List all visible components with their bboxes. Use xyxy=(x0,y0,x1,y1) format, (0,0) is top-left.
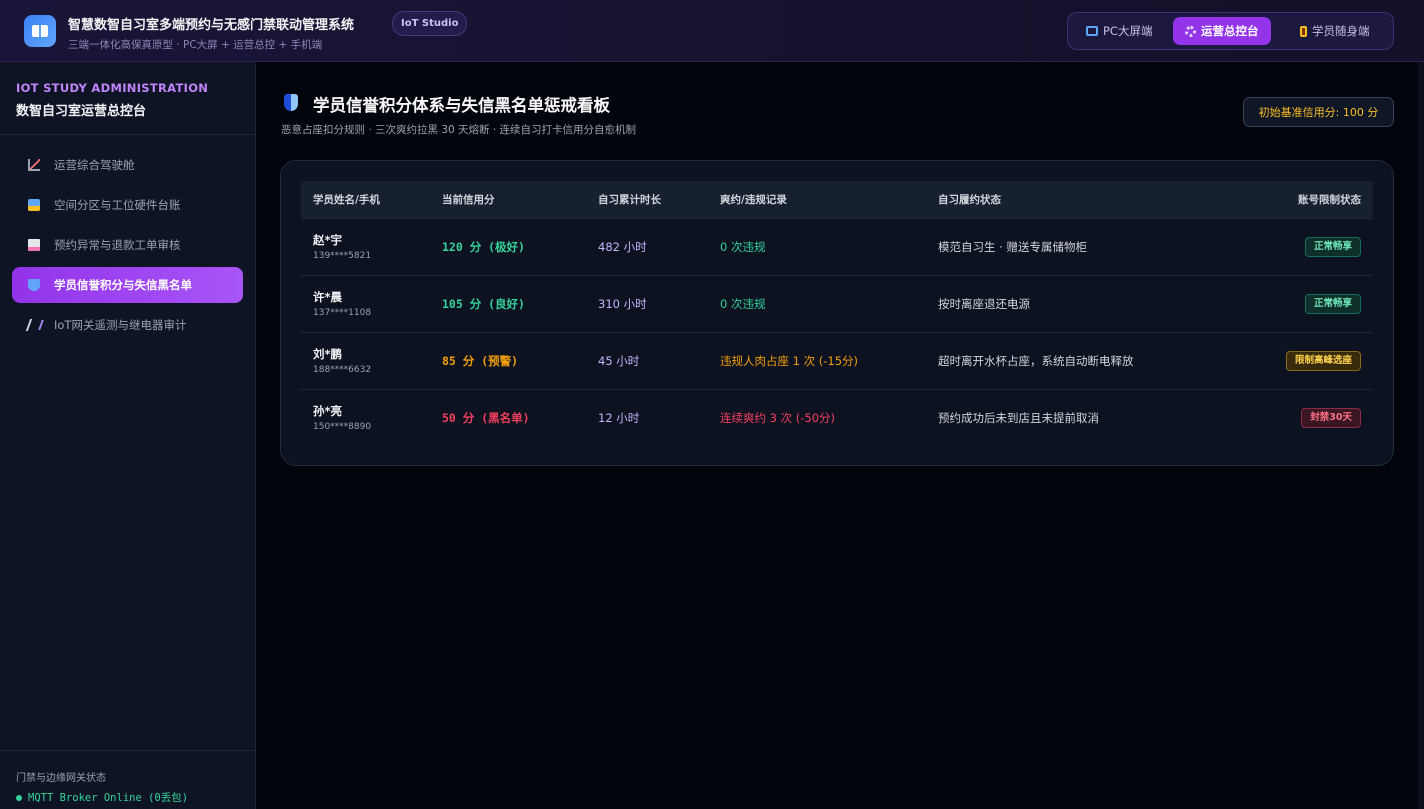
restriction-cell: 封禁30天 xyxy=(1186,389,1373,446)
shield-icon xyxy=(284,94,298,111)
tab-label: 学员随身端 xyxy=(1312,24,1370,38)
sidebar-item-iot-audit[interactable]: IoT网关遥测与继电器审计 xyxy=(12,307,243,343)
study-hours: 45 小时 xyxy=(598,353,640,368)
shield-icon xyxy=(28,279,40,291)
gateway-status: MQTT Broker Online (0丢包) xyxy=(16,790,188,805)
antenna-icon xyxy=(25,319,43,331)
violation-record: 0 次违规 xyxy=(720,239,766,254)
study-hours: 310 小时 xyxy=(598,296,647,311)
app-subtitle: 三端一体化高保真原型 · PC大屏 + 运营总控 + 手机端 xyxy=(68,39,323,51)
scrollbar[interactable] xyxy=(1418,62,1424,809)
page-subtitle: 恶意占座扣分规则 · 三次爽约拉黑 30 天熔断 · 连续自习打卡信用分自愈机制 xyxy=(281,124,637,136)
credit-table-card: 学员姓名/手机 当前信用分 自习累计时长 爽约/违规记录 自习履约状态 账号限制… xyxy=(280,160,1394,466)
page-title: 学员信誉积分体系与失信黑名单惩戒看板 xyxy=(313,96,610,115)
tab-student-mobile[interactable]: 学员随身端 xyxy=(1288,17,1382,45)
table-row[interactable]: 许*晨 137****1108 105 分 (良好) 310 小时 0 次违规 … xyxy=(301,275,1373,332)
sidebar-item-refund-review[interactable]: 预约异常与退款工单审核 xyxy=(12,227,243,263)
app-title: 智慧数智自习室多端预约与无感门禁联动管理系统 xyxy=(68,18,355,33)
student-cell: 刘*鹏 188****6632 xyxy=(301,332,430,389)
tab-pc-screen[interactable]: PC大屏端 xyxy=(1074,17,1164,45)
student-name: 刘*鹏 xyxy=(313,347,343,361)
table-header-row: 学员姓名/手机 当前信用分 自习累计时长 爽约/违规记录 自习履约状态 账号限制… xyxy=(301,181,1373,218)
column-header: 当前信用分 xyxy=(442,193,495,206)
divider xyxy=(0,750,255,751)
student-phone: 139****5821 xyxy=(313,251,372,261)
column-header: 爽约/违规记录 xyxy=(720,193,787,206)
column-header: 自习累计时长 xyxy=(598,193,661,206)
sidebar-item-label: IoT网关遥测与继电器审计 xyxy=(54,318,187,332)
gateway-label: 门禁与边缘网关状态 xyxy=(16,773,106,784)
sidebar-item-label: 学员信誉积分与失信黑名单 xyxy=(54,278,192,292)
student-cell: 孙*亮 150****8890 xyxy=(301,389,430,446)
gear-icon xyxy=(1185,25,1196,37)
sidebar-item-label: 预约异常与退款工单审核 xyxy=(54,238,181,252)
status-badge: 正常畅享 xyxy=(1304,236,1361,257)
credit-score: 120 分 (极好) xyxy=(442,239,525,254)
study-hours: 482 小时 xyxy=(598,239,647,254)
student-cell: 赵*宇 139****5821 xyxy=(301,218,430,275)
tab-ops-console[interactable]: 运营总控台 xyxy=(1173,17,1271,45)
status-badge: 封禁30天 xyxy=(1301,407,1361,428)
sidebar: IOT STUDY ADMINISTRATION 数智自习室运营总控台 运营综合… xyxy=(0,62,256,809)
column-header: 账号限制状态 xyxy=(1298,193,1361,206)
sidebar-item-dashboard[interactable]: 运营综合驾驶舱 xyxy=(12,147,243,183)
fulfillment-status: 模范自习生 · 赠送专属储物柜 xyxy=(938,239,1087,254)
credit-score: 105 分 (良好) xyxy=(442,296,525,311)
sidebar-eyebrow: IOT STUDY ADMINISTRATION xyxy=(16,81,209,95)
student-cell: 许*晨 137****1108 xyxy=(301,275,430,332)
column-header: 学员姓名/手机 xyxy=(313,193,380,206)
app-badge: IoT Studio xyxy=(392,11,468,36)
fulfillment-status: 预约成功后未到店且未提前取消 xyxy=(938,410,1099,425)
status-dot-icon xyxy=(16,794,22,801)
document-icon xyxy=(28,239,40,251)
student-name: 孙*亮 xyxy=(313,404,343,419)
restriction-cell: 正常畅享 xyxy=(1186,275,1373,332)
student-phone: 150****8890 xyxy=(313,422,372,433)
monitor-icon xyxy=(1086,26,1098,36)
book-icon xyxy=(24,15,56,47)
table-row[interactable]: 刘*鹏 188****6632 85 分 (预警) 45 小时 违规人肉占座 1… xyxy=(301,332,1373,389)
fulfillment-status: 超时离开水杯占座，系统自动断电释放 xyxy=(938,353,1134,368)
sidebar-title: 数智自习室运营总控台 xyxy=(16,104,147,119)
top-header: 智慧数智自习室多端预约与无感门禁联动管理系统 IoT Studio 三端一体化高… xyxy=(0,0,1424,62)
student-phone: 137****1108 xyxy=(313,308,372,318)
chart-icon xyxy=(28,159,40,171)
credit-table: 学员姓名/手机 当前信用分 自习累计时长 爽约/违规记录 自习履约状态 账号限制… xyxy=(301,181,1373,446)
sidebar-item-space-hardware[interactable]: 空间分区与工位硬件台账 xyxy=(12,187,243,223)
sidebar-item-label: 空间分区与工位硬件台账 xyxy=(54,198,181,212)
student-name: 许*晨 xyxy=(313,290,343,304)
student-phone: 188****6632 xyxy=(313,365,372,375)
status-badge: 正常畅享 xyxy=(1304,293,1361,314)
tab-label: PC大屏端 xyxy=(1103,24,1153,38)
restriction-cell: 限制高峰选座 xyxy=(1186,332,1373,389)
study-hours: 12 小时 xyxy=(598,410,640,425)
fulfillment-status: 按时离座退还电源 xyxy=(938,296,1030,311)
violation-record: 连续爽约 3 次 (-50分) xyxy=(720,410,836,425)
credit-score: 85 分 (预警) xyxy=(442,353,519,368)
restriction-cell: 正常畅享 xyxy=(1186,218,1373,275)
status-badge: 限制高峰选座 xyxy=(1285,350,1361,371)
column-header: 自习履约状态 xyxy=(938,193,1001,206)
base-score-badge: 初始基准信用分: 100 分 xyxy=(1243,97,1394,127)
credit-score: 50 分 (黑名单) xyxy=(442,410,530,425)
table-row[interactable]: 赵*宇 139****5821 120 分 (极好) 482 小时 0 次违规 … xyxy=(301,218,1373,275)
phone-icon xyxy=(1300,25,1307,37)
divider xyxy=(0,134,255,135)
violation-record: 0 次违规 xyxy=(720,296,766,311)
tab-label: 运营总控台 xyxy=(1201,24,1259,38)
sidebar-item-credit-blacklist[interactable]: 学员信誉积分与失信黑名单 xyxy=(12,267,243,303)
gateway-status-text: MQTT Broker Online (0丢包) xyxy=(28,792,189,804)
sidebar-item-label: 运营综合驾驶舱 xyxy=(54,158,135,172)
student-name: 赵*宇 xyxy=(313,233,343,247)
view-switcher: PC大屏端 运营总控台 学员随身端 xyxy=(1067,12,1394,50)
table-row[interactable]: 孙*亮 150****8890 50 分 (黑名单) 12 小时 连续爽约 3 … xyxy=(301,389,1373,446)
desk-icon xyxy=(28,199,40,211)
violation-record: 违规人肉占座 1 次 (-15分) xyxy=(720,353,859,368)
